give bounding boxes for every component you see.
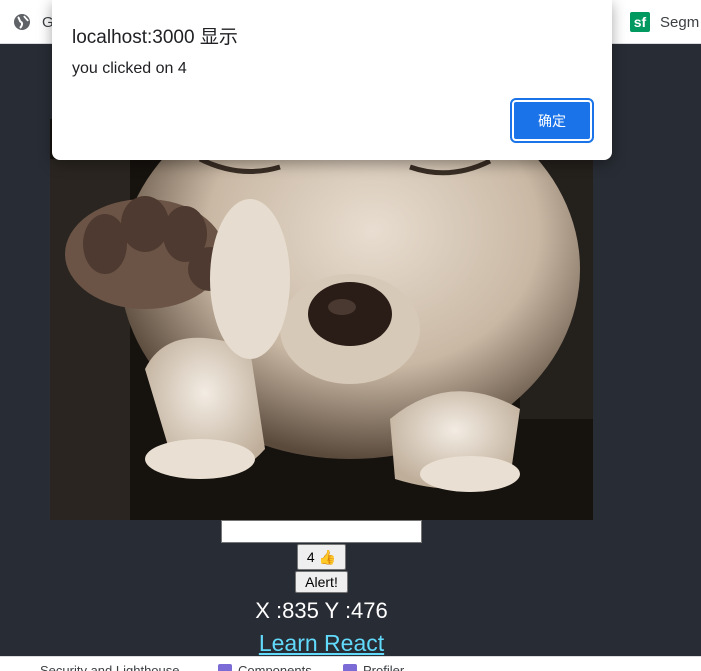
globe-icon [12,12,32,32]
ok-button[interactable]: 确定 [510,98,594,143]
dog-photo[interactable] [50,119,593,520]
status-item-profiler[interactable]: Profiler [343,663,404,671]
status-label-components: Components [238,663,312,671]
status-label-security: Security and Lighthouse [40,663,180,671]
mouse-coordinates: X :835 Y :476 [255,598,388,623]
learn-react-link[interactable]: Learn React [0,629,643,657]
extension-icon [218,663,232,671]
like-button[interactable]: 4 👍 [297,544,346,570]
bookmark-item-left[interactable]: G [12,11,54,33]
extension-icon [343,663,357,671]
alert-dialog: localhost:3000 显示 you clicked on 4 确定 [52,0,612,160]
thumbs-up-icon: 👍 [318,548,337,565]
dialog-message: you clicked on 4 [72,60,187,77]
bookmark-label-right: Segm [660,13,700,31]
dialog-title: localhost:3000 显示 [72,27,238,48]
like-count: 4 [306,549,315,565]
bookmark-item-segmentfault[interactable]: sf Segm [630,11,699,33]
segmentfault-icon: sf [630,12,650,32]
status-item-security[interactable]: Security and Lighthouse [40,663,179,671]
status-label-profiler: Profiler [363,663,405,671]
status-item-components[interactable]: Components [218,663,312,671]
text-input[interactable] [221,520,422,543]
alert-button[interactable]: Alert! [295,571,348,593]
bottom-status-bar: Security and Lighthouse Components Profi… [0,656,701,671]
